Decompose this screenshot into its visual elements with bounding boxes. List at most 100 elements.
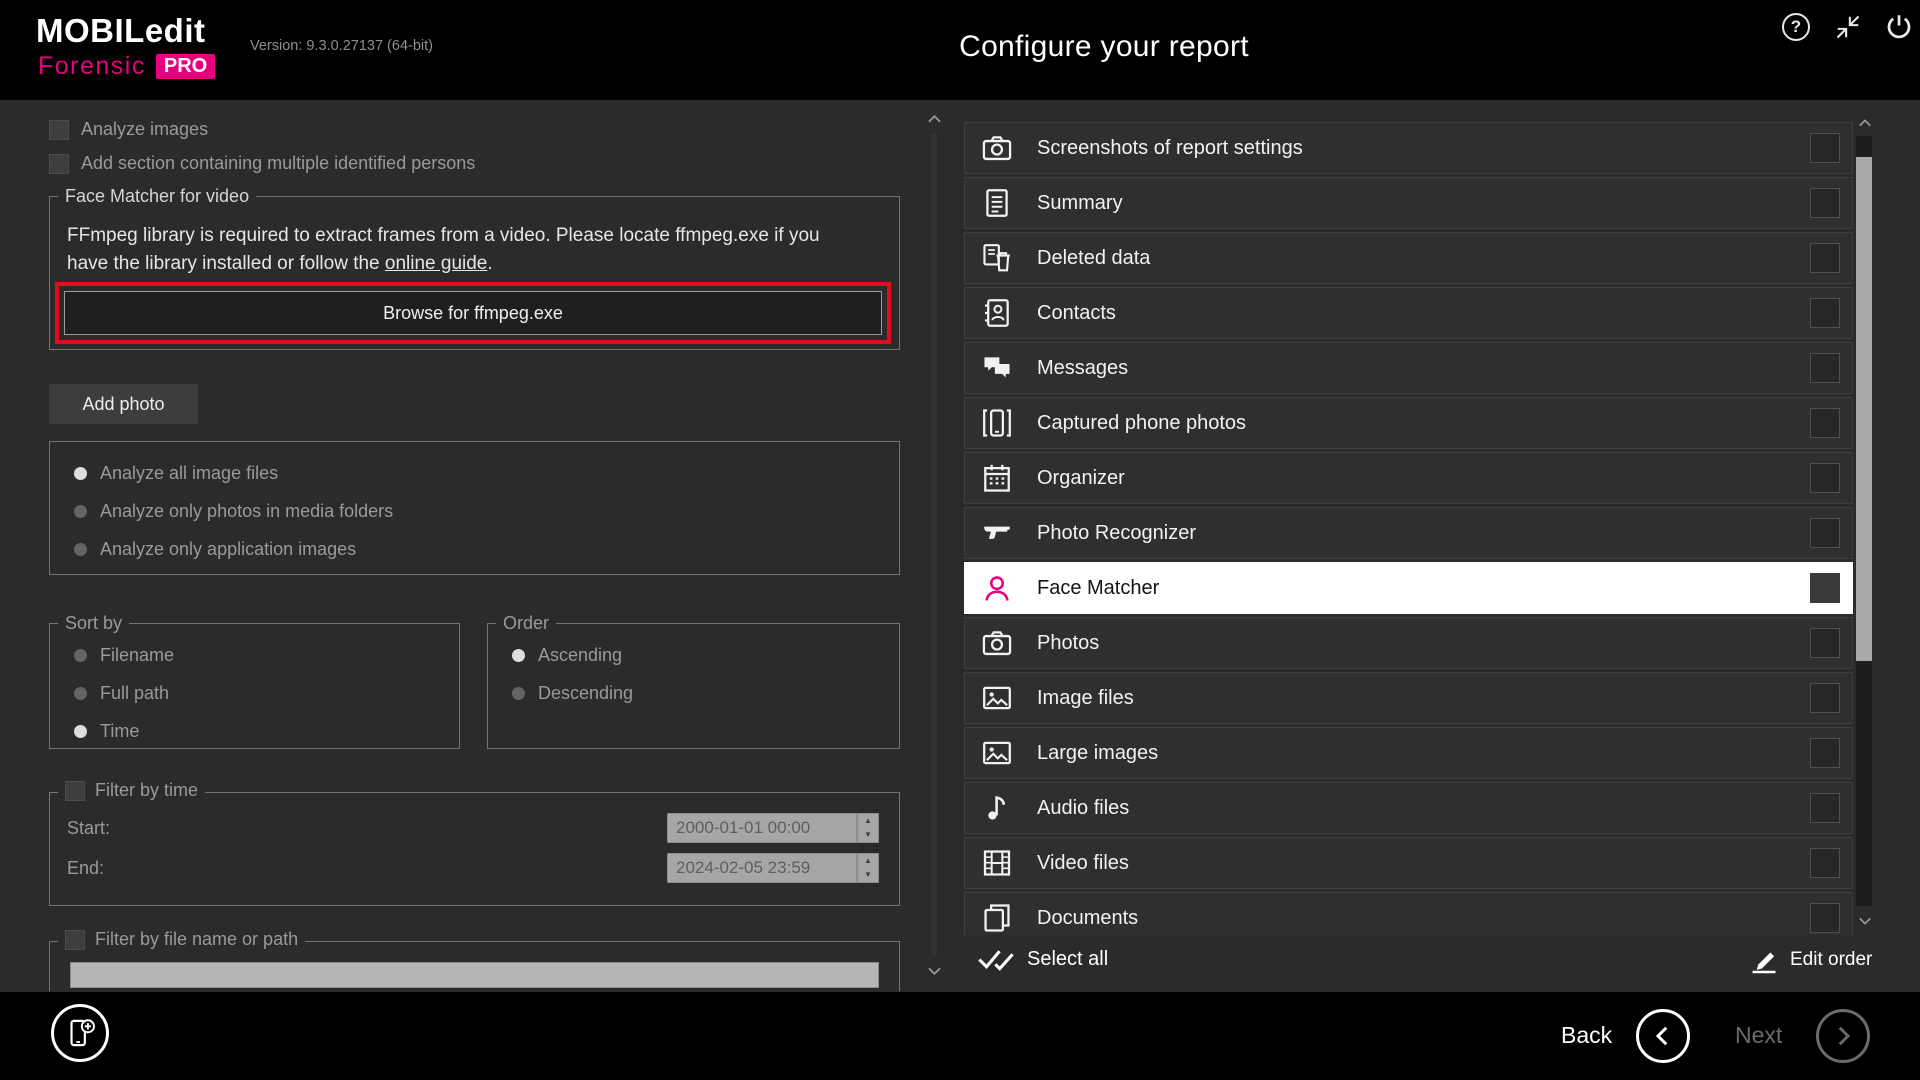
radio-row-fullpath[interactable]: Full path: [74, 680, 459, 706]
scroll-up-icon[interactable]: [925, 108, 944, 130]
help-icon[interactable]: ?: [1782, 13, 1810, 41]
documents-icon: [981, 902, 1013, 934]
radio-all-images[interactable]: [74, 467, 87, 480]
right-scrollbar[interactable]: [1856, 112, 1874, 932]
order-legend: Order: [496, 613, 556, 634]
section-checkbox[interactable]: [1810, 243, 1840, 273]
radio-descending[interactable]: [512, 687, 525, 700]
scroll-up-icon[interactable]: [1856, 112, 1874, 134]
radio-row-media-folders[interactable]: Analyze only photos in media folders: [74, 498, 899, 524]
end-date-spinner[interactable]: ▲▼: [857, 853, 879, 883]
add-photo-button[interactable]: Add photo: [49, 384, 198, 424]
sort-by-group: Sort by Filename Full path Time: [49, 613, 460, 749]
face-icon: [981, 572, 1013, 604]
next-label: Next: [1735, 1022, 1782, 1049]
section-row-messages[interactable]: Messages: [964, 342, 1853, 394]
radio-filename[interactable]: [74, 649, 87, 662]
section-checkbox[interactable]: [1810, 848, 1840, 878]
radio-filename-label: Filename: [100, 645, 174, 666]
back-label[interactable]: Back: [1561, 1022, 1612, 1049]
browse-ffmpeg-button[interactable]: Browse for ffmpeg.exe: [64, 291, 882, 335]
section-row-image-files[interactable]: Image files: [964, 672, 1853, 724]
gun-icon: [981, 517, 1013, 549]
online-guide-link[interactable]: online guide: [385, 253, 487, 274]
power-icon[interactable]: [1884, 12, 1914, 42]
end-label: End:: [67, 858, 104, 879]
section-row-photo-recognizer[interactable]: Photo Recognizer: [964, 507, 1853, 559]
spinner-up-icon[interactable]: ▲: [858, 814, 878, 828]
section-checkbox[interactable]: [1810, 298, 1840, 328]
multi-person-label: Add section containing multiple identifi…: [81, 153, 475, 174]
restore-window-icon[interactable]: [1834, 13, 1862, 41]
section-row-summary[interactable]: Summary: [964, 177, 1853, 229]
spinner-up-icon[interactable]: ▲: [858, 854, 878, 868]
section-checkbox[interactable]: [1810, 793, 1840, 823]
spinner-down-icon[interactable]: ▼: [858, 868, 878, 882]
edit-order-button[interactable]: Edit order: [1748, 944, 1872, 976]
section-label: Face Matcher: [1037, 577, 1159, 600]
end-date-input[interactable]: [667, 853, 857, 883]
analyze-images-row: Analyze images: [49, 119, 208, 140]
scroll-down-icon[interactable]: [1856, 910, 1874, 932]
scrollbar-thumb[interactable]: [1856, 157, 1872, 661]
scroll-down-icon[interactable]: [925, 960, 944, 982]
section-checkbox[interactable]: [1810, 573, 1840, 603]
section-checkbox[interactable]: [1810, 188, 1840, 218]
radio-fullpath-label: Full path: [100, 683, 169, 704]
section-checkbox[interactable]: [1810, 683, 1840, 713]
radio-row-filename[interactable]: Filename: [74, 642, 459, 668]
filter-time-checkbox[interactable]: [65, 781, 85, 801]
section-checkbox[interactable]: [1810, 133, 1840, 163]
section-row-deleted-data[interactable]: Deleted data: [964, 232, 1853, 284]
spinner-down-icon[interactable]: ▼: [858, 828, 878, 842]
section-row-captured-phone-photos[interactable]: Captured phone photos: [964, 397, 1853, 449]
radio-time-label: Time: [100, 721, 139, 742]
add-device-button[interactable]: [51, 1004, 109, 1062]
logo-forensic: Forensic: [38, 52, 146, 81]
section-row-photos[interactable]: Photos: [964, 617, 1853, 669]
radio-time[interactable]: [74, 725, 87, 738]
start-date-spinner[interactable]: ▲▼: [857, 813, 879, 843]
radio-row-time[interactable]: Time: [74, 718, 459, 744]
radio-row-all-images[interactable]: Analyze all image files: [74, 460, 899, 486]
phone-add-icon: [63, 1016, 97, 1050]
section-label: Photo Recognizer: [1037, 522, 1196, 545]
section-row-large-images[interactable]: Large images: [964, 727, 1853, 779]
section-row-face-matcher[interactable]: Face Matcher: [964, 562, 1853, 614]
section-checkbox[interactable]: [1810, 408, 1840, 438]
start-date-input[interactable]: [667, 813, 857, 843]
select-all-label: Select all: [1027, 948, 1108, 971]
analyze-images-checkbox[interactable]: [49, 120, 69, 140]
music-note-icon: [981, 792, 1013, 824]
radio-row-ascending[interactable]: Ascending: [512, 642, 899, 668]
section-row-documents[interactable]: Documents: [964, 892, 1853, 935]
page-title: Configure your report: [904, 30, 1304, 64]
select-all-button[interactable]: Select all: [977, 944, 1108, 974]
radio-fullpath[interactable]: [74, 687, 87, 700]
radio-media-folders[interactable]: [74, 505, 87, 518]
multi-person-checkbox[interactable]: [49, 154, 69, 174]
section-row-video-files[interactable]: Video files: [964, 837, 1853, 889]
section-checkbox[interactable]: [1810, 353, 1840, 383]
section-row-screenshots[interactable]: Screenshots of report settings: [964, 122, 1853, 174]
section-checkbox[interactable]: [1810, 463, 1840, 493]
filter-name-checkbox[interactable]: [65, 930, 85, 950]
radio-row-application-images[interactable]: Analyze only application images: [74, 536, 899, 562]
radio-application-images[interactable]: [74, 543, 87, 556]
section-row-audio-files[interactable]: Audio files: [964, 782, 1853, 834]
section-checkbox[interactable]: [1810, 518, 1840, 548]
back-button[interactable]: [1636, 1009, 1690, 1063]
section-checkbox[interactable]: [1810, 738, 1840, 768]
section-row-organizer[interactable]: Organizer: [964, 452, 1853, 504]
camera-icon: [981, 627, 1013, 659]
section-label: Organizer: [1037, 467, 1125, 490]
filter-name-legend: Filter by file name or path: [58, 929, 305, 955]
sort-by-legend: Sort by: [58, 613, 129, 634]
section-checkbox[interactable]: [1810, 628, 1840, 658]
left-scrollbar[interactable]: [925, 108, 944, 982]
section-checkbox[interactable]: [1810, 903, 1840, 933]
radio-row-descending[interactable]: Descending: [512, 680, 899, 706]
section-row-contacts[interactable]: Contacts: [964, 287, 1853, 339]
filter-name-input[interactable]: [70, 962, 879, 988]
radio-ascending[interactable]: [512, 649, 525, 662]
